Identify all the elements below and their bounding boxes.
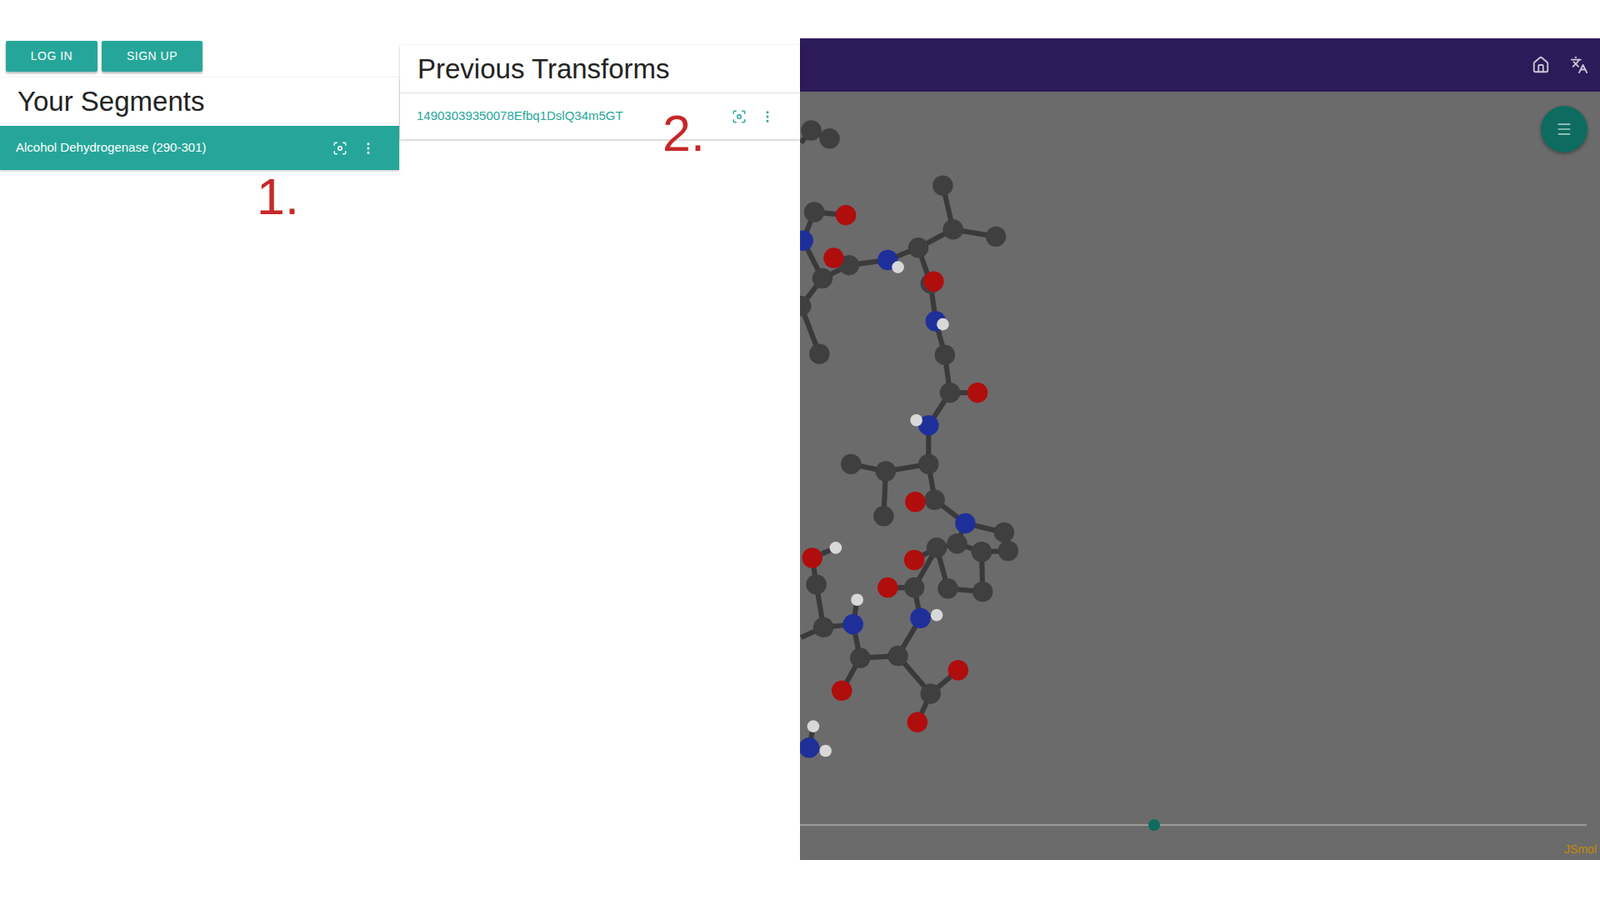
auth-buttons: LOG INSIGN UP	[0, 40, 400, 72]
segments-column: LOG INSIGN UP Your Segments Alcohol Dehydr…	[0, 0, 400, 900]
focus-icon[interactable]	[731, 109, 747, 125]
more-icon[interactable]	[760, 109, 775, 125]
menu-fab[interactable]	[1540, 105, 1588, 153]
home-icon[interactable]	[1531, 55, 1550, 75]
jsmol-watermark: JSmol	[1564, 840, 1597, 859]
slider-track	[800, 824, 1587, 826]
transform-row[interactable]: 14903039350078Efbq1DslQ34m5GT	[400, 92, 800, 140]
viewer-header	[800, 38, 1600, 92]
auth-button[interactable]: SIGN UP	[101, 40, 203, 72]
viewer-column: JSmol	[800, 0, 1600, 900]
transforms-column: Previous Transforms14903039350078Efbq1Ds…	[400, 0, 800, 900]
annotation-1: 1.	[0, 170, 400, 223]
transforms-card: Previous Transforms14903039350078Efbq1Ds…	[400, 45, 800, 140]
annotation-2: 2.	[662, 108, 705, 160]
auth-button[interactable]: LOG IN	[5, 40, 98, 72]
segment-row[interactable]: Alcohol Dehydrogenase (290-301)	[0, 125, 400, 170]
transforms-title: Previous Transforms	[400, 45, 800, 93]
more-icon[interactable]	[360, 140, 376, 156]
segments-title: Your Segments	[0, 77, 400, 126]
viewer: JSmol	[800, 38, 1600, 860]
segment-label: Alcohol Dehydrogenase (290-301)	[15, 138, 333, 158]
translate-icon[interactable]	[1570, 55, 1589, 75]
frame-slider[interactable]	[800, 819, 1587, 831]
menu-icon	[1555, 120, 1573, 138]
slider-thumb[interactable]	[1148, 819, 1160, 831]
app: LOG INSIGN UP Your Segments Alcohol Dehydr…	[0, 0, 1600, 900]
focus-icon[interactable]	[332, 140, 348, 156]
molecule-drawing	[800, 91, 1600, 860]
segments-card: Your Segments Alcohol Dehydrogenase (290-…	[0, 77, 400, 170]
molecule-canvas[interactable]: JSmol	[800, 91, 1600, 860]
